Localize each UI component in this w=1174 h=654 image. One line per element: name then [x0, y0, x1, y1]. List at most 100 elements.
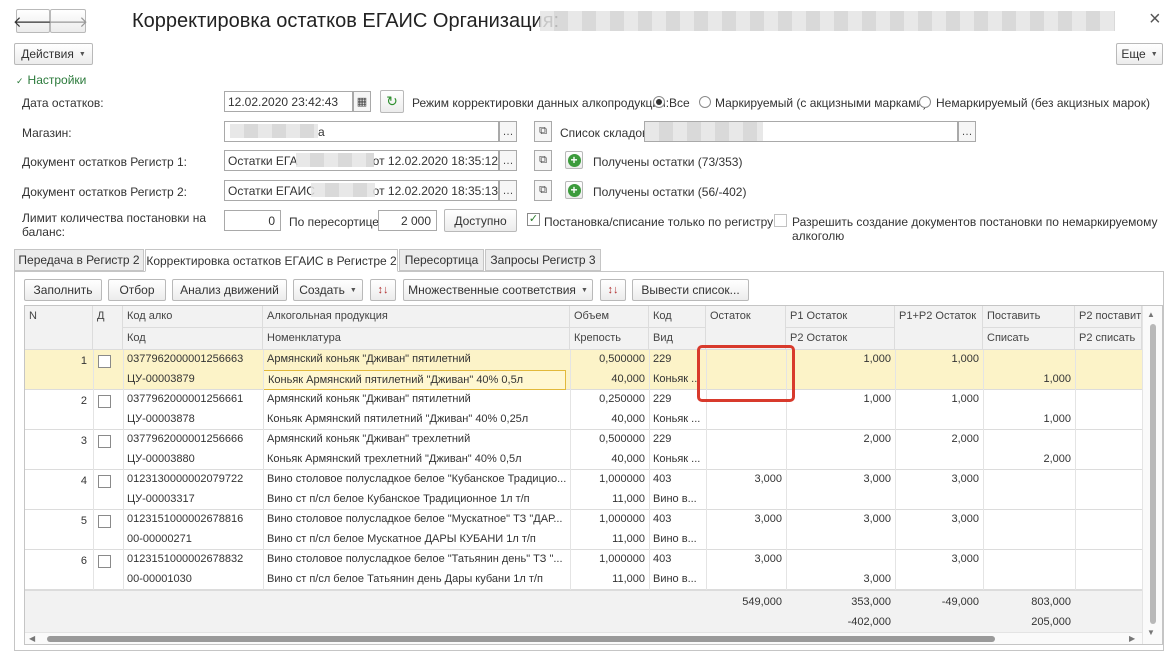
- cell-ostatok[interactable]: 3,000: [706, 550, 786, 570]
- cell-write[interactable]: [983, 530, 1075, 550]
- cell-code[interactable]: ЦУ-00003878: [123, 410, 263, 430]
- mode-all-radio[interactable]: [653, 96, 665, 108]
- cell-product[interactable]: Вино столовое полусладкое белое "Татьяни…: [263, 550, 570, 570]
- tab-transfer-reg2[interactable]: Передача в Регистр 2: [14, 249, 144, 271]
- cell-p2[interactable]: [786, 490, 895, 510]
- cell-code[interactable]: ЦУ-00003879: [123, 370, 263, 390]
- date-input[interactable]: 12.02.2020 23:42:43: [224, 91, 353, 112]
- scroll-right-arrow[interactable]: ▶: [1129, 634, 1135, 643]
- cell-volume[interactable]: 1,000000: [570, 550, 649, 570]
- create-button[interactable]: Создать ▼: [293, 279, 363, 301]
- cell-nomen[interactable]: Коньяк Армянский пятилетний "Дживан" 40%…: [263, 410, 570, 430]
- fill-button[interactable]: Заполнить: [24, 279, 102, 301]
- cell-product[interactable]: Армянский коньяк "Дживан" пятилетний: [263, 390, 570, 410]
- store-select-button[interactable]: …: [499, 121, 517, 142]
- allow-unmarked-checkbox[interactable]: [774, 214, 787, 227]
- cell-nomen[interactable]: Вино ст п/сл белое Кубанское Традиционно…: [263, 490, 570, 510]
- cell-ostatok[interactable]: 3,000: [706, 510, 786, 530]
- cell-put[interactable]: [983, 390, 1075, 410]
- cell-code-alco[interactable]: 0377962000001256661: [123, 390, 263, 410]
- cell-p1[interactable]: [786, 550, 895, 570]
- cell-ostatok[interactable]: 3,000: [706, 470, 786, 490]
- cell-p2[interactable]: 3,000: [786, 570, 895, 590]
- cell-code-alco[interactable]: 0123151000002678832: [123, 550, 263, 570]
- mode-unmarked-radio[interactable]: [919, 96, 931, 108]
- col-code[interactable]: Код: [123, 328, 263, 350]
- col-d[interactable]: Д: [93, 306, 123, 350]
- cell-put[interactable]: [983, 350, 1075, 370]
- col-nomenclature[interactable]: Номенклатура: [263, 328, 570, 350]
- cell-p2[interactable]: [786, 410, 895, 430]
- cell-kind[interactable]: Вино в...: [649, 570, 706, 590]
- col-code-alco[interactable]: Код алко: [123, 306, 263, 328]
- mode-marked-radio[interactable]: [699, 96, 711, 108]
- cell-kind[interactable]: Вино в...: [649, 530, 706, 550]
- row-checkbox[interactable]: [98, 555, 111, 568]
- cell-nomen[interactable]: Вино ст п/сл белое Татьянин день Дары ку…: [263, 570, 570, 590]
- cell-p12[interactable]: 3,000: [895, 510, 983, 530]
- col-ostatok[interactable]: Остаток: [706, 306, 786, 350]
- cell-put[interactable]: [983, 470, 1075, 490]
- cell-nomen[interactable]: Коньяк Армянский пятилетний "Дживан" 40%…: [263, 370, 566, 390]
- cell-p12[interactable]: 2,000: [895, 430, 983, 450]
- scroll-down-arrow[interactable]: ▼: [1147, 628, 1155, 637]
- only-reg2-checkbox[interactable]: ✓: [527, 213, 540, 226]
- cell-p1[interactable]: 3,000: [786, 470, 895, 490]
- cell-p2[interactable]: [786, 370, 895, 390]
- cell-put[interactable]: [983, 550, 1075, 570]
- more-button[interactable]: Еще ▼: [1116, 43, 1163, 65]
- cell-volume[interactable]: 0,500000: [570, 350, 649, 370]
- cell-p12[interactable]: 1,000: [895, 350, 983, 370]
- cell-product[interactable]: Армянский коньяк "Дживан" трехлетний: [263, 430, 570, 450]
- cell-kind-code[interactable]: 403: [649, 550, 706, 570]
- horizontal-scroll-thumb[interactable]: [47, 636, 995, 642]
- cell-kind[interactable]: Коньяк ...: [649, 410, 706, 430]
- col-p1[interactable]: Р1 Остаток: [786, 306, 895, 328]
- cell-volume[interactable]: 0,500000: [570, 430, 649, 450]
- tab-requests-reg3[interactable]: Запросы Регистр 3: [485, 249, 601, 271]
- store-open-button[interactable]: ⧉: [534, 121, 552, 142]
- cell-product[interactable]: Армянский коньяк "Дживан" пятилетний: [263, 350, 570, 370]
- cell-kind[interactable]: Коньяк ...: [649, 450, 706, 470]
- cell-strength[interactable]: 40,000: [570, 450, 649, 470]
- cell-p1[interactable]: 1,000: [786, 390, 895, 410]
- cell-kind-code[interactable]: 229: [649, 430, 706, 450]
- cell-strength[interactable]: 40,000: [570, 410, 649, 430]
- cell-nomen[interactable]: Коньяк Армянский трехлетний "Дживан" 40%…: [263, 450, 570, 470]
- cell-volume[interactable]: 1,000000: [570, 510, 649, 530]
- resort-input[interactable]: 2 000: [378, 210, 437, 231]
- cell-strength[interactable]: 11,000: [570, 530, 649, 550]
- tab-correction-reg2[interactable]: Корректировка остатков ЕГАИС в Регистре …: [145, 249, 398, 272]
- sort-button-2[interactable]: ↕↓: [600, 279, 626, 301]
- cell-kind-code[interactable]: 403: [649, 470, 706, 490]
- cell-write[interactable]: 2,000: [983, 450, 1075, 470]
- doc2-open-button[interactable]: ⧉: [534, 180, 552, 201]
- horizontal-scrollbar[interactable]: ◀ ▶: [25, 632, 1142, 644]
- row-checkbox[interactable]: [98, 475, 111, 488]
- row-checkbox[interactable]: [98, 355, 111, 368]
- col-p2-write[interactable]: Р2 списать: [1075, 328, 1142, 350]
- limit-input[interactable]: 0: [224, 210, 281, 231]
- data-grid[interactable]: N Д Код алко Алкогольная продукция Объем…: [24, 305, 1163, 645]
- col-put[interactable]: Поставить: [983, 306, 1075, 328]
- cell-p12[interactable]: 3,000: [895, 470, 983, 490]
- cell-volume[interactable]: 1,000000: [570, 470, 649, 490]
- sort-button[interactable]: ↕↓: [370, 279, 396, 301]
- cell-p2[interactable]: [786, 530, 895, 550]
- vertical-scroll-thumb[interactable]: [1150, 324, 1156, 624]
- col-strength[interactable]: Крепость: [570, 328, 649, 350]
- cell-ostatok[interactable]: [706, 430, 786, 450]
- cell-write[interactable]: [983, 570, 1075, 590]
- cell-code[interactable]: ЦУ-00003317: [123, 490, 263, 510]
- doc1-add-button[interactable]: +: [565, 151, 583, 169]
- doc2-select-button[interactable]: …: [499, 180, 517, 201]
- col-product[interactable]: Алкогольная продукция: [263, 306, 570, 328]
- col-write[interactable]: Списать: [983, 328, 1075, 350]
- col-n[interactable]: N: [25, 306, 93, 350]
- refresh-button[interactable]: ↻: [380, 90, 404, 113]
- cell-volume[interactable]: 0,250000: [570, 390, 649, 410]
- cell-p1[interactable]: 1,000: [786, 350, 895, 370]
- multiple-button[interactable]: Множественные соответствия ▼: [403, 279, 593, 301]
- col-volume[interactable]: Объем: [570, 306, 649, 328]
- scroll-left-arrow[interactable]: ◀: [29, 634, 35, 643]
